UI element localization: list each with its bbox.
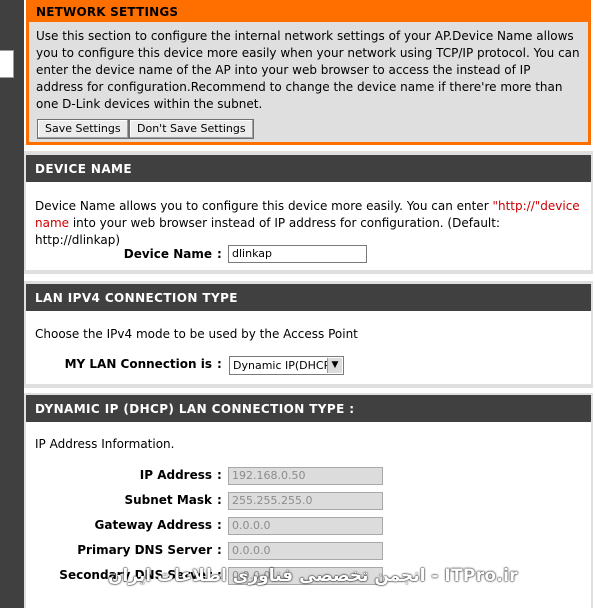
primary-dns-input[interactable]: 0.0.0.0 <box>228 542 383 560</box>
primary-dns-label: Primary DNS Server <box>77 543 212 557</box>
gateway-address-label: Gateway Address <box>94 518 212 532</box>
device-name-description: Device Name allows you to configure this… <box>35 198 587 249</box>
network-settings-title: NETWORK SETTINGS <box>29 0 588 22</box>
dhcp-title: DYNAMIC IP (DHCP) LAN CONNECTION TYPE : <box>26 395 591 422</box>
ip-address-input[interactable]: 192.168.0.50 <box>228 467 383 485</box>
ip-address-label: IP Address <box>139 468 212 482</box>
device-name-desc-text-2: into your web browser instead of IP addr… <box>35 216 501 247</box>
ip-address-info-label: IP Address Information. <box>35 437 175 451</box>
device-name-title: DEVICE NAME <box>26 155 591 182</box>
device-name-label: Device Name <box>123 247 212 261</box>
lan-ipv4-description: Choose the IPv4 mode to be used by the A… <box>35 327 358 341</box>
dont-save-settings-button[interactable]: Don't Save Settings <box>129 119 254 139</box>
watermark-text: انجمن تخصصی فناوری اطلاعات ایران - ITPro… <box>108 566 518 586</box>
device-name-colon: : <box>217 247 222 261</box>
lan-connection-colon: : <box>217 357 222 371</box>
device-name-input[interactable]: dlinkap <box>228 245 367 263</box>
subnet-mask-label: Subnet Mask <box>124 493 212 507</box>
lan-connection-select[interactable]: Dynamic IP(DHCP) ▼ <box>229 356 344 375</box>
device-name-desc-text: Device Name allows you to configure this… <box>35 199 493 213</box>
lan-connection-label: MY LAN Connection is <box>64 357 212 371</box>
gateway-address-input[interactable]: 0.0.0.0 <box>228 517 383 535</box>
lan-ipv4-title: LAN IPV4 CONNECTION TYPE <box>26 284 591 311</box>
subnet-mask-input[interactable]: 255.255.255.0 <box>228 492 383 510</box>
primary-dns-colon: : <box>217 543 222 557</box>
network-settings-description: Use this section to configure the intern… <box>36 29 580 111</box>
left-sidebar <box>0 0 24 608</box>
sidebar-tab[interactable] <box>0 50 14 78</box>
save-settings-button[interactable]: Save Settings <box>37 119 129 139</box>
subnet-mask-colon: : <box>217 493 222 507</box>
ip-address-colon: : <box>217 468 222 482</box>
chevron-down-icon[interactable]: ▼ <box>327 358 342 373</box>
lan-connection-selected-value: Dynamic IP(DHCP) <box>233 359 335 372</box>
gateway-address-colon: : <box>217 518 222 532</box>
